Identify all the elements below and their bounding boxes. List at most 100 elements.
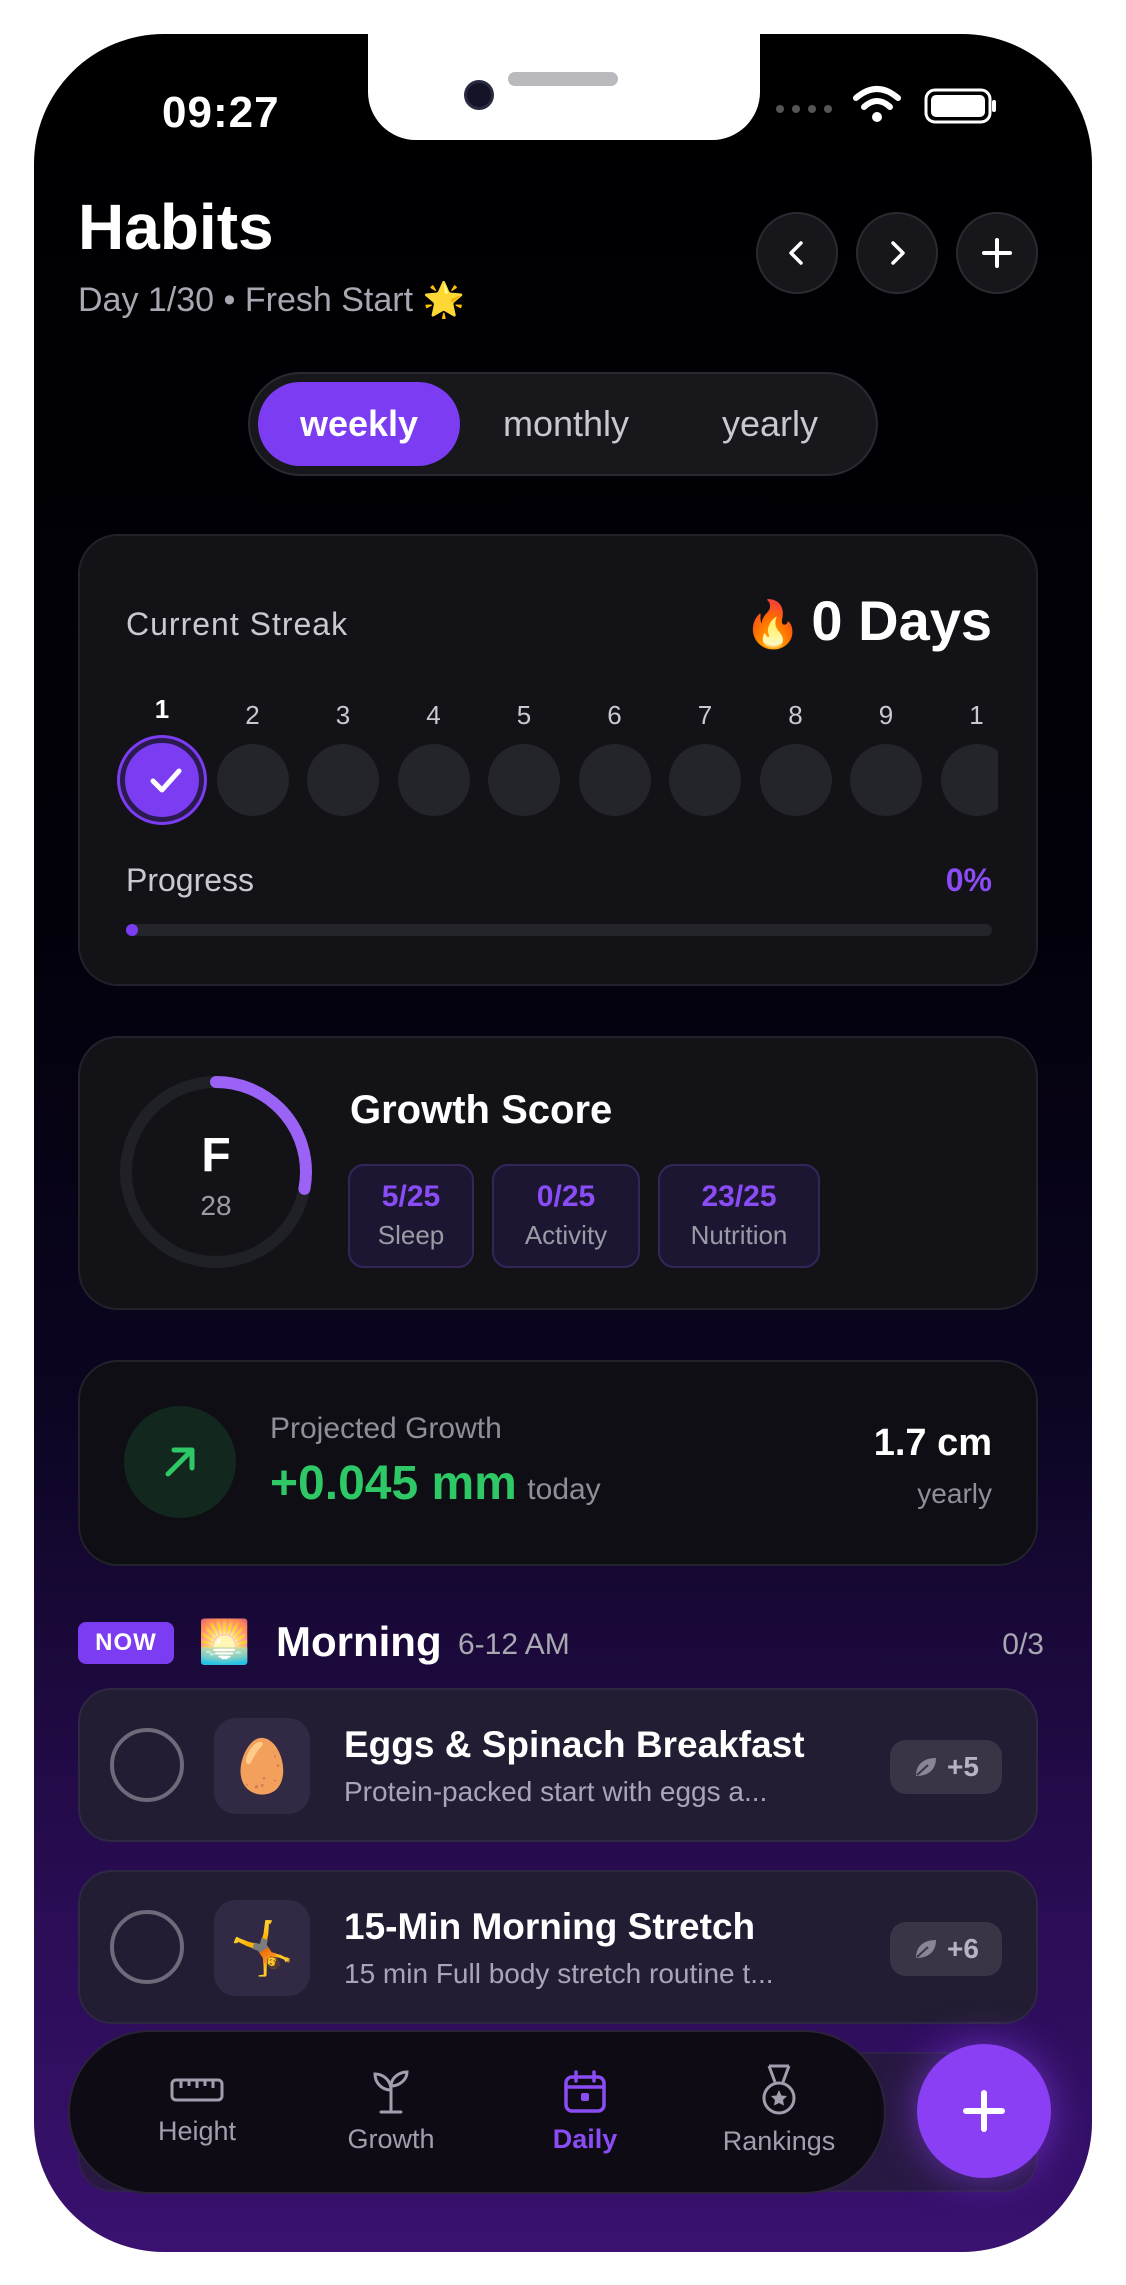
streak-day <box>669 744 741 816</box>
habit-title: 15-Min Morning Stretch <box>344 1906 756 1947</box>
wifi-icon <box>852 84 902 129</box>
habit-checkbox[interactable] <box>110 1910 184 1984</box>
streak-day <box>488 744 560 816</box>
projection-value: +0.045 mm <box>270 1457 517 1510</box>
plus-icon <box>982 238 1012 268</box>
points-value: +5 <box>947 1751 979 1782</box>
add-habit-fab[interactable] <box>917 2044 1051 2178</box>
star-emoji: 🌟 <box>422 281 465 319</box>
status-time: 09:27 <box>162 88 280 137</box>
metric-nutrition: 23/25 Nutrition <box>658 1164 820 1268</box>
streak-day-number: 4 <box>426 700 441 730</box>
streak-day <box>216 744 289 816</box>
bottom-nav: Height Growth Daily Rankings <box>68 2030 886 2194</box>
leaf-icon <box>916 1758 937 1776</box>
growth-score-title: Growth Score <box>350 1088 613 1132</box>
ruler-icon <box>170 2078 224 2102</box>
streak-day-number: 5 <box>516 700 532 730</box>
now-badge: NOW <box>78 1622 174 1664</box>
score-grade: F <box>201 1129 231 1182</box>
nav-label: Daily <box>552 2124 618 2154</box>
nav-label: Height <box>157 2116 237 2146</box>
streak-day <box>759 744 832 816</box>
progress-value: 0% <box>945 862 992 898</box>
sunrise-icon: 🌅 <box>198 1618 251 1665</box>
habit-item[interactable]: 🥚 Eggs & Spinach Breakfast Protein-packe… <box>78 1688 1038 1842</box>
streak-day <box>397 744 470 816</box>
metric-activity: 0/25 Activity <box>492 1164 640 1268</box>
calendar-icon <box>564 2070 606 2113</box>
metric-label: Sleep <box>377 1220 445 1250</box>
camera <box>464 80 494 110</box>
points-badge: +6 <box>890 1922 1002 1976</box>
check-icon <box>150 768 182 793</box>
habit-emoji: 🥚 <box>214 1718 310 1814</box>
subtitle-text: Day 1/30 • Fresh Start <box>78 281 414 319</box>
habit-item[interactable]: 🤸 15-Min Morning Stretch 15 min Full bod… <box>78 1870 1038 2024</box>
metric-value: 23/25 <box>701 1180 777 1213</box>
projection-card: Projected Growth +0.045 mm today 1.7 cm … <box>78 1360 1038 1566</box>
streak-day <box>940 744 998 816</box>
streak-day-number: 8 <box>788 700 803 730</box>
section-count: 0/3 <box>1002 1628 1044 1661</box>
habit-subtitle: Protein-packed start with eggs a... <box>344 1776 768 1807</box>
nav-rankings[interactable]: Rankings <box>704 2062 854 2157</box>
section-time: 6-12 AM <box>458 1628 570 1661</box>
page-subtitle: Day 1/30 • Fresh Start 🌟 <box>78 280 465 320</box>
habit-emoji: 🤸 <box>214 1900 310 1996</box>
projection-label: Projected Growth <box>270 1412 502 1445</box>
prev-button[interactable] <box>756 212 838 294</box>
streak-day-number: 2 <box>245 700 260 730</box>
streak-day <box>850 744 922 816</box>
period-tabs: weekly monthly yearly <box>248 372 878 476</box>
habit-checkbox[interactable] <box>110 1728 184 1802</box>
streak-days: 1 2 3 4 5 6 7 8 9 1 <box>80 536 998 836</box>
streak-day-number: 6 <box>607 700 622 730</box>
metric-label: Nutrition <box>690 1220 788 1250</box>
streak-day <box>307 744 379 816</box>
points-badge: +5 <box>890 1740 1002 1794</box>
trend-up-badge <box>124 1406 236 1518</box>
arrow-up-right-icon <box>165 1447 195 1477</box>
section-title: Morning <box>276 1618 442 1665</box>
streak-day-complete <box>120 738 204 822</box>
metric-sleep: 5/25 Sleep <box>348 1164 474 1268</box>
score-value: 28 <box>200 1190 232 1221</box>
streak-day-number: 9 <box>878 700 894 730</box>
leaf-icon <box>916 1940 937 1958</box>
progress-track <box>126 924 992 936</box>
habit-title: Eggs & Spinach Breakfast <box>344 1724 805 1765</box>
speaker <box>508 72 618 86</box>
next-button[interactable] <box>856 212 938 294</box>
nav-growth[interactable]: Growth <box>316 2068 466 2155</box>
progress-fill <box>126 924 138 936</box>
yearly-label: yearly <box>917 1478 992 1509</box>
points-value: +6 <box>947 1933 979 1964</box>
projection-value-group: +0.045 mm today <box>270 1456 601 1511</box>
streak-day-number: 3 <box>335 700 351 730</box>
phone-screen: 09:27 Habits Day 1/30 • Fresh Start 🌟 we… <box>34 34 1092 2252</box>
tab-yearly[interactable]: yearly <box>670 382 870 466</box>
add-button[interactable] <box>956 212 1038 294</box>
streak-day-number: 7 <box>697 700 713 730</box>
yearly-value: 1.7 cm <box>873 1422 992 1464</box>
streak-card: Current Streak 🔥 0 Days 1234567891 Progre… <box>78 534 1038 986</box>
metric-label: Activity <box>524 1220 608 1250</box>
sprout-icon <box>373 2070 409 2114</box>
nav-daily[interactable]: Daily <box>510 2068 660 2155</box>
medal-icon <box>762 2064 796 2115</box>
page-title: Habits <box>78 191 274 263</box>
growth-score-card: F 28 Growth Score 5/25 Sleep 0/25 Activi… <box>78 1036 1038 1310</box>
nav-label: Growth <box>347 2124 435 2154</box>
signal-icon <box>774 100 834 123</box>
tab-monthly[interactable]: monthly <box>466 382 666 466</box>
metric-value: 5/25 <box>381 1180 441 1213</box>
battery-icon <box>924 88 998 129</box>
streak-day <box>578 744 651 816</box>
streak-day-number: 1 <box>969 700 984 730</box>
notch <box>368 34 760 140</box>
progress-label: Progress <box>126 862 255 898</box>
tab-weekly[interactable]: weekly <box>258 382 460 466</box>
nav-height[interactable]: Height <box>122 2072 272 2147</box>
metric-value: 0/25 <box>536 1180 596 1213</box>
